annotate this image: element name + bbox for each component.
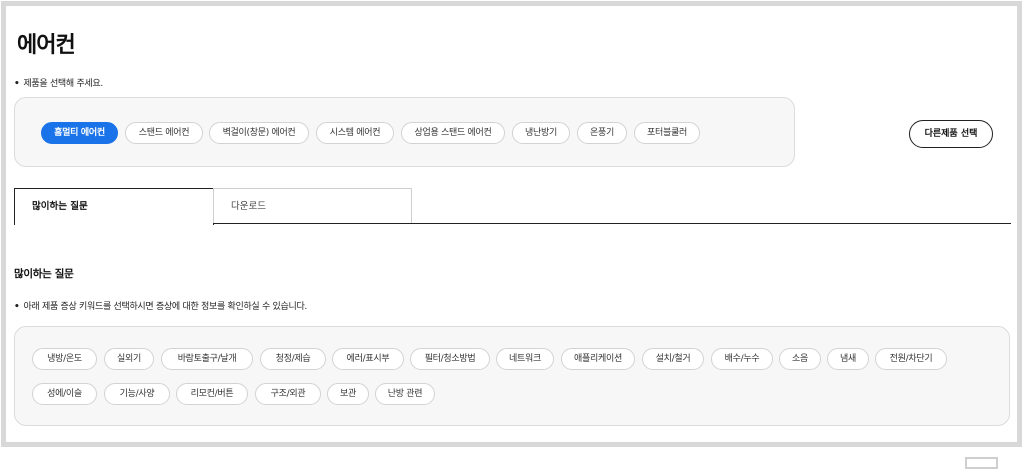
- bullet-dot: •: [14, 302, 20, 312]
- keyword-pill[interactable]: 리모컨/버튼: [176, 383, 248, 405]
- product-pill-commercial-stand[interactable]: 상업용 스탠드 에어컨: [401, 122, 505, 144]
- content-frame: 에어컨 • 제품을 선택해 주세요. 홈멀티 에어컨 스탠드 에어컨 벽걸이(창문…: [1, 1, 1022, 447]
- keyword-pill[interactable]: 바람토출구/날개: [161, 348, 253, 370]
- keyword-pill[interactable]: 전원/차단기: [875, 348, 947, 370]
- product-pill-system[interactable]: 시스템 에어컨: [316, 122, 394, 144]
- select-product-note: • 제품을 선택해 주세요.: [14, 76, 103, 89]
- tab-download[interactable]: 다운로드: [213, 188, 412, 224]
- keyword-pill[interactable]: 배수/누수: [711, 348, 773, 370]
- tab-faq[interactable]: 많이하는 질문: [14, 188, 214, 225]
- keyword-pill[interactable]: 에러/표시부: [332, 348, 404, 370]
- bullet-dot: •: [14, 79, 20, 89]
- keyword-pill[interactable]: 청정/제습: [260, 348, 326, 370]
- keyword-pill[interactable]: 설치/철거: [642, 348, 704, 370]
- product-pill-home-multi[interactable]: 홈멀티 에어컨: [41, 122, 118, 144]
- keyword-panel: 냉방/온도 실외기 바람토출구/날개 청정/제습 에러/표시부 필터/청소방법 …: [14, 326, 1010, 426]
- product-pill-portable-cooler[interactable]: 포터블쿨러: [634, 122, 700, 144]
- keyword-pill[interactable]: 소음: [779, 348, 821, 370]
- product-pill-heat-pump[interactable]: 냉난방기: [512, 122, 570, 144]
- keyword-pill[interactable]: 보관: [327, 383, 369, 405]
- page-title: 에어컨: [17, 33, 76, 58]
- keyword-pill[interactable]: 냄새: [827, 348, 869, 370]
- product-pill-heater[interactable]: 온풍기: [577, 122, 627, 144]
- faq-note-text: 아래 제품 증상 키워드를 선택하시면 증상에 대한 정보를 확인하실 수 있습…: [23, 302, 307, 312]
- keyword-pill[interactable]: 냉방/온도: [32, 348, 97, 370]
- keyword-pill[interactable]: 애플리케이션: [561, 348, 635, 370]
- other-product-button[interactable]: 다른제품 선택: [909, 120, 993, 148]
- keyword-pill[interactable]: 구조/외관: [255, 383, 321, 405]
- tab-divider: [213, 223, 1011, 224]
- keyword-pill[interactable]: 필터/청소방법: [410, 348, 490, 370]
- product-pill-wall-window[interactable]: 벽걸이(창문) 에어컨: [209, 122, 309, 144]
- keyword-pill[interactable]: 성에/이슬: [32, 383, 97, 405]
- product-pill-stand[interactable]: 스탠드 에어컨: [125, 122, 203, 144]
- keyword-pill[interactable]: 네트워크: [496, 348, 554, 370]
- keyword-pill[interactable]: 실외기: [104, 348, 154, 370]
- product-selector-panel: 홈멀티 에어컨 스탠드 에어컨 벽걸이(창문) 에어컨 시스템 에어컨 상업용 …: [14, 97, 795, 167]
- faq-note: • 아래 제품 증상 키워드를 선택하시면 증상에 대한 정보를 확인하실 수 있…: [14, 299, 307, 312]
- keyword-pill[interactable]: 난방 관련: [375, 383, 435, 405]
- select-product-note-text: 제품을 선택해 주세요.: [23, 79, 103, 89]
- faq-section-title: 많이하는 질문: [14, 268, 74, 280]
- window-icon[interactable]: [965, 457, 998, 469]
- keyword-pill[interactable]: 기능/사양: [104, 383, 170, 405]
